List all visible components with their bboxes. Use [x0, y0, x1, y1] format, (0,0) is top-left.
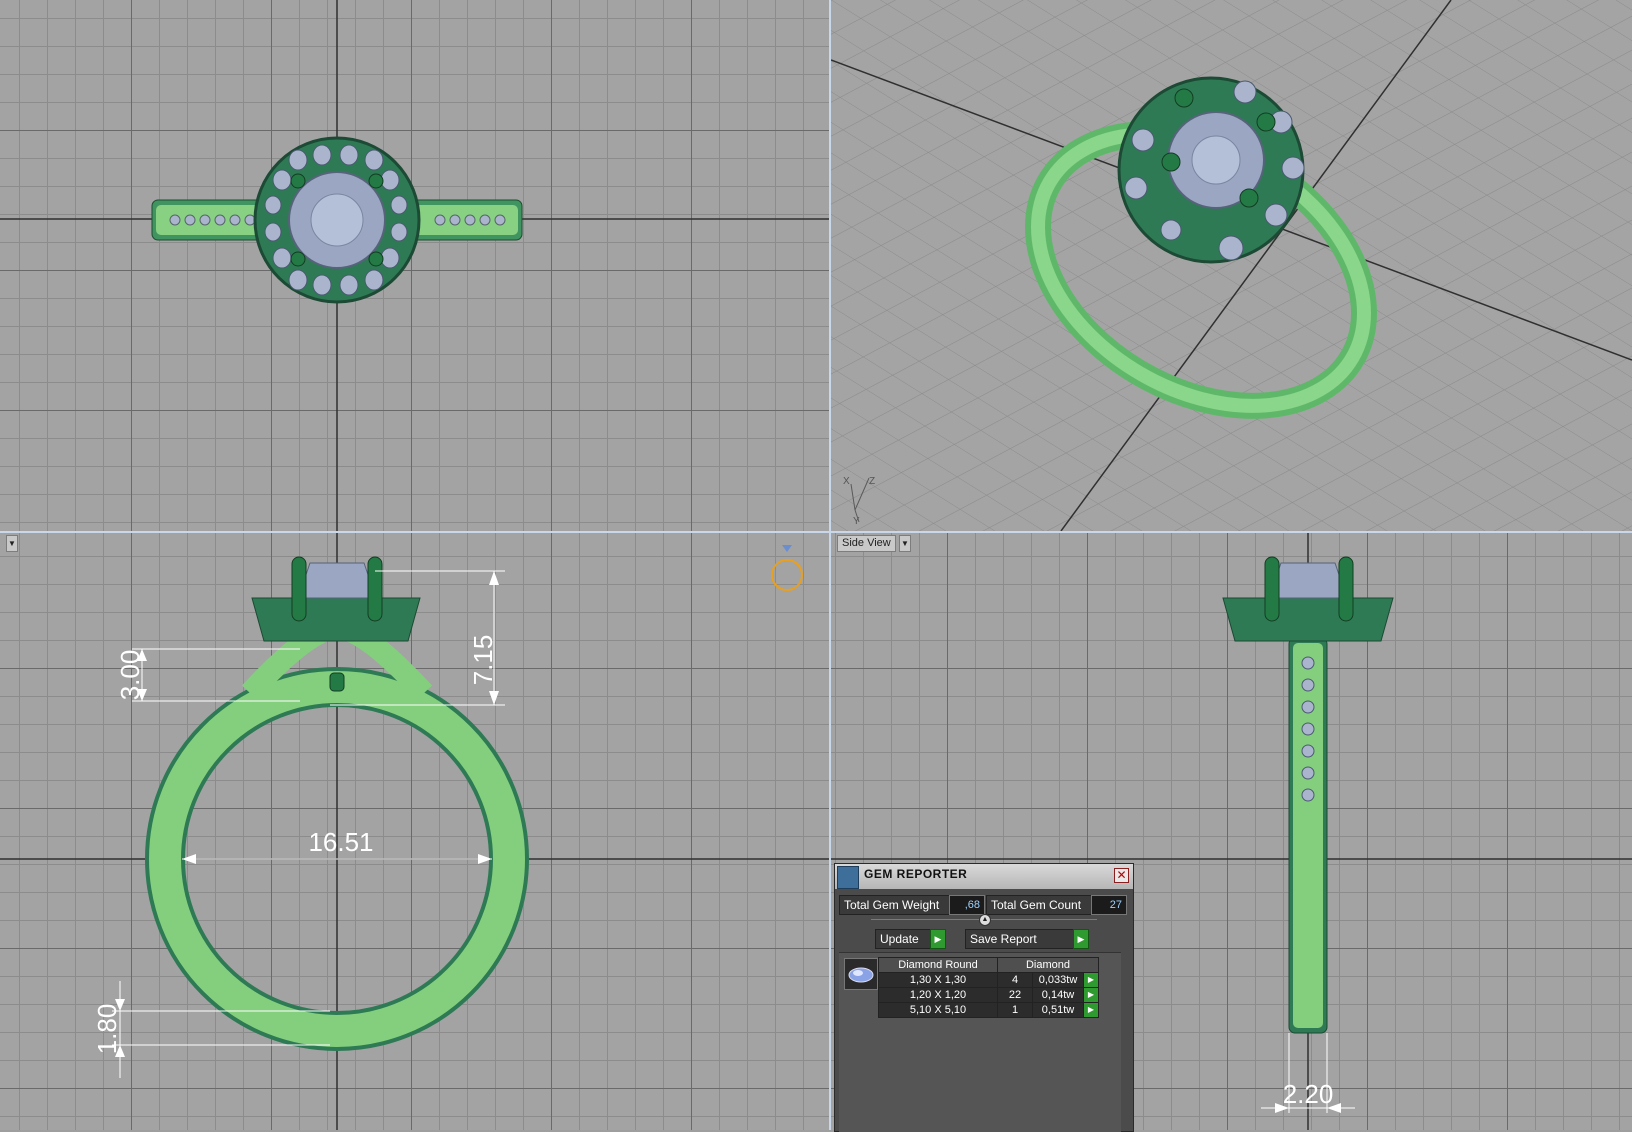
dim-band-width: 2.20 — [1283, 1079, 1334, 1109]
table-row[interactable]: 1,20 X 1,20 22 0,14tw ▶ — [878, 987, 1099, 1003]
close-icon[interactable]: ✕ — [1114, 868, 1129, 883]
row-select-arrow-icon[interactable]: ▶ — [1083, 972, 1099, 988]
front-viewport[interactable]: ▼ 7.15 3.00 16.51 1.80 — [0, 533, 829, 1130]
pivot-target-icon[interactable] — [771, 545, 803, 591]
dim-band-thickness: 1.80 — [92, 1004, 122, 1055]
gem-count: 1 — [997, 1002, 1033, 1018]
save-report-arrow-icon[interactable]: ▶ — [1073, 929, 1089, 949]
gem-table: Diamond Round Diamond 1,30 X 1,30 4 0,03… — [878, 957, 1099, 1018]
viewport-splitter-vertical[interactable] — [829, 0, 831, 1130]
collapse-toggle-icon[interactable]: ▲ — [979, 914, 991, 926]
gem-weight: 0,51tw — [1032, 1002, 1084, 1018]
perspective-viewport[interactable]: X Z Y — [831, 0, 1632, 531]
gem-table-header-shape: Diamond Round — [878, 957, 998, 973]
axis-z-label: Z — [869, 476, 875, 487]
top-view-canvas — [0, 0, 829, 531]
gem-count: 22 — [997, 987, 1033, 1003]
gem-reporter-panel: GEM REPORTER ✕ Total Gem Weight ,68 Tota… — [834, 863, 1134, 1132]
top-viewport[interactable] — [0, 0, 829, 531]
gem-reporter-titlebar[interactable]: GEM REPORTER ✕ — [835, 864, 1133, 889]
total-gem-weight-value[interactable]: ,68 — [949, 895, 985, 915]
axis-y-label: Y — [853, 516, 860, 527]
gem-size: 1,20 X 1,20 — [878, 987, 998, 1003]
gem-size: 1,30 X 1,30 — [878, 972, 998, 988]
ring-side — [1222, 556, 1394, 1034]
save-report-button[interactable]: Save Report — [965, 929, 1075, 949]
row-select-arrow-icon[interactable]: ▶ — [1083, 1002, 1099, 1018]
row-select-arrow-icon[interactable]: ▶ — [1083, 987, 1099, 1003]
gem-weight: 0,033tw — [1032, 972, 1084, 988]
dim-total-height: 7.15 — [468, 635, 498, 686]
halo-top — [253, 136, 421, 304]
update-arrow-icon[interactable]: ▶ — [930, 929, 946, 949]
dim-shoulder-height: 3.00 — [115, 650, 145, 701]
update-button[interactable]: Update — [875, 929, 933, 949]
gem-reporter-title: GEM REPORTER — [864, 867, 968, 881]
gem-count: 4 — [997, 972, 1033, 988]
front-view-canvas: 7.15 3.00 16.51 1.80 — [0, 533, 829, 1130]
gem-weight: 0,14tw — [1032, 987, 1084, 1003]
total-gem-weight-label: Total Gem Weight — [839, 895, 953, 915]
gem-size: 5,10 X 5,10 — [878, 1002, 998, 1018]
table-row[interactable]: 1,30 X 1,30 4 0,033tw ▶ — [878, 972, 1099, 988]
total-gem-count-label: Total Gem Count — [986, 895, 1096, 915]
perspective-view-canvas: X Z Y — [831, 0, 1632, 531]
viewport-splitter-horizontal[interactable] — [0, 531, 1632, 533]
diamond-round-thumbnail-icon[interactable] — [844, 958, 878, 990]
axis-x-label: X — [843, 476, 850, 487]
table-row[interactable]: 5,10 X 5,10 1 0,51tw ▶ — [878, 1002, 1099, 1018]
total-gem-count-value[interactable]: 27 — [1091, 895, 1127, 915]
dim-inner-diameter: 16.51 — [308, 827, 373, 857]
gem-table-header-material: Diamond — [997, 957, 1099, 973]
gem-reporter-app-icon — [837, 866, 859, 889]
gem-table-header: Diamond Round Diamond — [878, 957, 1099, 973]
